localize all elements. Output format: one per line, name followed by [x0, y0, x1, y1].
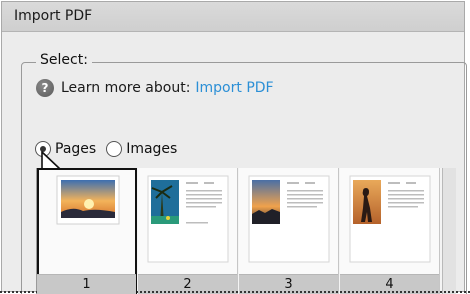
import-pdf-help-link[interactable]: Import PDF — [195, 80, 273, 96]
page-thumbnail-4[interactable]: 4 — [340, 168, 440, 294]
page-4-preview — [349, 175, 431, 263]
page-number-label: 1 — [37, 274, 136, 294]
window-title: Import PDF — [14, 8, 93, 24]
page-2-preview — [147, 175, 229, 263]
title-bar[interactable]: Import PDF — [2, 2, 464, 32]
page-3-preview — [248, 175, 330, 263]
page-1-preview — [56, 175, 120, 225]
page-thumbnail-2[interactable]: 2 — [138, 168, 238, 294]
images-radio[interactable] — [106, 141, 123, 157]
page-thumbnail-1[interactable]: 1 — [37, 168, 137, 294]
select-legend: Select: — [36, 52, 92, 68]
help-row: ? Learn more about: Import PDF — [36, 78, 274, 98]
question-circle-icon[interactable]: ? — [36, 79, 54, 97]
help-text: Learn more about: — [61, 80, 191, 96]
page-thumbnail-3[interactable]: 3 — [239, 168, 339, 294]
images-radio-label[interactable]: Images — [126, 141, 177, 157]
thumbnail-scrollbar[interactable] — [442, 168, 456, 294]
page-thumbnail-strip: 1 2 3 4 — [36, 168, 442, 294]
